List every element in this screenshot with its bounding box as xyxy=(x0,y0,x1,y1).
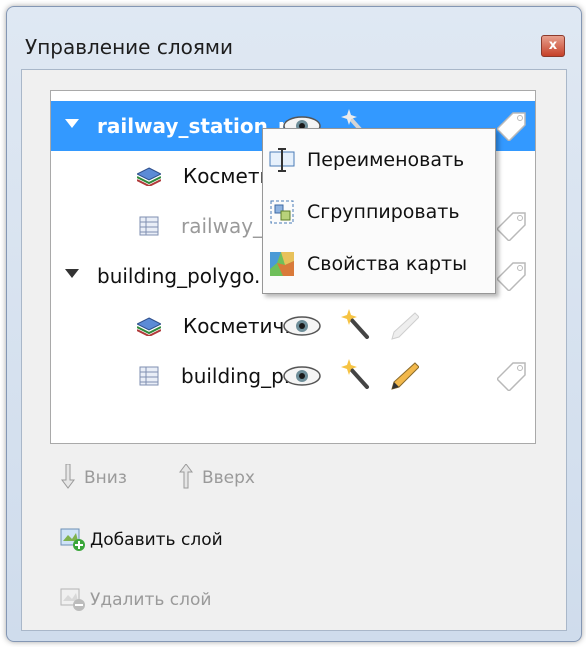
remove-layer-label: Удалить слой xyxy=(90,590,212,610)
label-tag-icon[interactable] xyxy=(497,361,527,391)
context-menu: Переименовать Сгруппировать Свойства кар… xyxy=(262,128,496,294)
select-wand-icon[interactable] xyxy=(341,309,371,339)
table-icon xyxy=(139,216,159,236)
menu-item-label: Переименовать xyxy=(307,149,465,171)
visibility-eye-icon[interactable] xyxy=(283,316,321,336)
layer-label: building_polygo... xyxy=(97,264,274,288)
edit-pencil-icon[interactable] xyxy=(389,361,419,391)
tree-row-building-table[interactable]: building_p... xyxy=(51,351,535,401)
expand-arrow-icon[interactable] xyxy=(65,119,79,128)
arrow-up-icon xyxy=(179,464,193,489)
label-tag-icon[interactable] xyxy=(497,261,527,291)
edit-pencil-icon[interactable] xyxy=(389,311,419,341)
label-tag-icon[interactable] xyxy=(497,111,527,141)
cosmetic-layer-icon xyxy=(137,317,161,336)
menu-item-map-properties[interactable]: Свойства карты xyxy=(263,239,495,289)
tree-row-cosmetic-2[interactable]: Косметич... xyxy=(51,301,535,351)
arrow-down-icon xyxy=(61,464,75,489)
layer-manager-window: Управление слоями x railway_station_p...… xyxy=(6,6,582,642)
menu-item-group[interactable]: Сгруппировать xyxy=(263,187,495,237)
menu-item-label: Свойства карты xyxy=(307,253,468,275)
close-button[interactable]: x xyxy=(541,35,565,57)
map-properties-icon xyxy=(270,252,294,276)
window-title: Управление слоями xyxy=(25,35,233,59)
move-up-label: Вверх xyxy=(202,468,255,488)
visibility-eye-icon[interactable] xyxy=(283,366,321,386)
move-down-label: Вниз xyxy=(84,468,127,488)
add-layer-icon xyxy=(60,528,85,551)
cosmetic-layer-icon xyxy=(137,167,161,186)
select-wand-icon[interactable] xyxy=(341,359,371,389)
add-layer-label: Добавить слой xyxy=(90,530,223,550)
menu-item-rename[interactable]: Переименовать xyxy=(263,135,495,185)
table-icon xyxy=(139,366,159,386)
rename-icon xyxy=(269,148,295,172)
expand-arrow-icon[interactable] xyxy=(65,269,79,278)
remove-layer-icon xyxy=(60,588,85,611)
label-tag-icon[interactable] xyxy=(497,211,527,241)
title-bar: Управление слоями x xyxy=(7,7,581,67)
menu-item-label: Сгруппировать xyxy=(307,201,460,223)
group-icon xyxy=(270,200,294,224)
